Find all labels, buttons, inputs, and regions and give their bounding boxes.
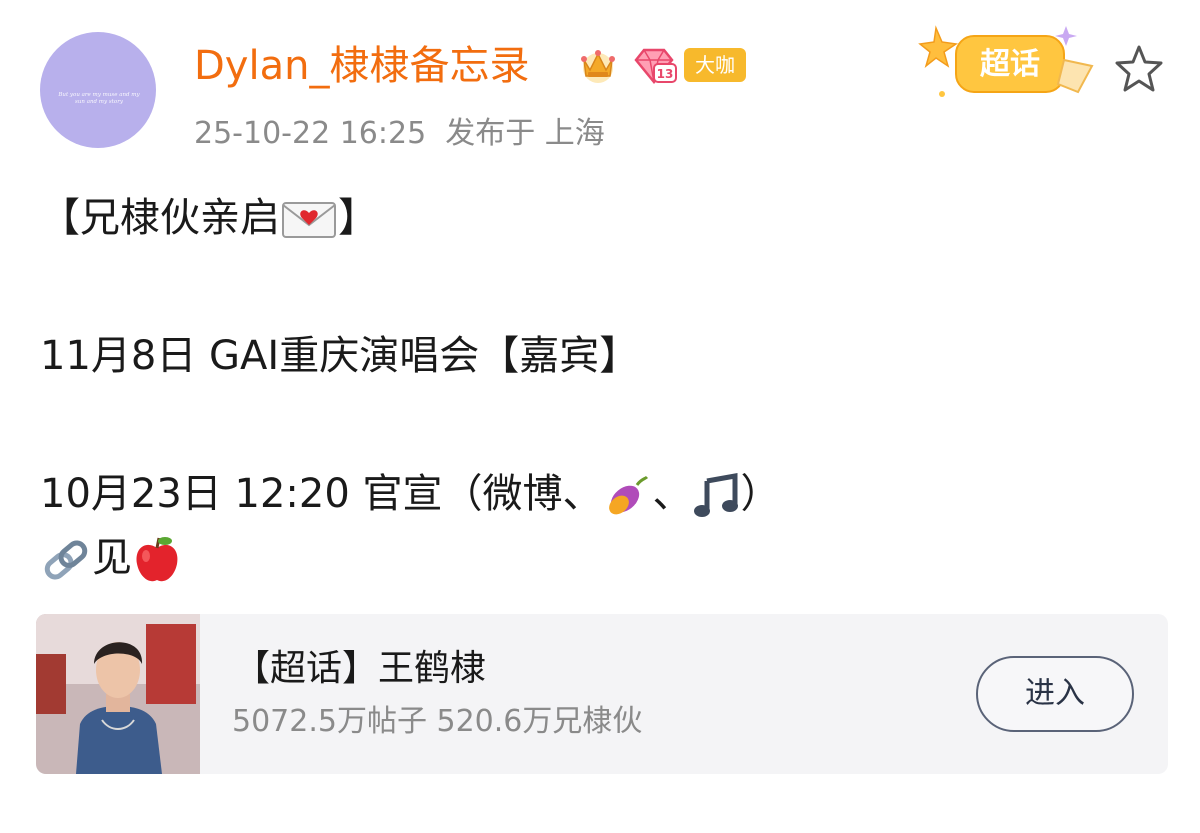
- music-note-icon: [693, 473, 738, 517]
- post-line-3: 10月23日 12:20 官宣（微博、 、 ）: [40, 466, 781, 522]
- star-outline-icon[interactable]: [1112, 42, 1166, 96]
- post-text-3a: 10月23日 12:20 官宣（微博、: [40, 471, 603, 517]
- location: 发布于 上海: [445, 116, 605, 151]
- post-line-2: 11月8日 GAI重庆演唱会【嘉宾】: [40, 333, 640, 379]
- level-number: 13: [657, 67, 674, 81]
- post-line-1: 【兄棣伙亲启 】: [40, 190, 378, 246]
- supertopic-title: 【超话】王鹤棣: [234, 648, 487, 689]
- red-apple-icon: [136, 537, 178, 582]
- love-letter-envelope-icon: [282, 202, 336, 238]
- avatar[interactable]: But you are my muse and my sun and my st…: [40, 32, 156, 148]
- post-text-4: 见: [92, 535, 132, 581]
- post-text-1: 【兄棣伙亲启: [40, 195, 280, 241]
- daka-badge[interactable]: 大咖: [684, 48, 746, 82]
- post-line-4: 见: [40, 530, 182, 586]
- link-icon: [44, 540, 88, 580]
- crown-icon[interactable]: [576, 42, 620, 86]
- enter-button[interactable]: 进入: [976, 656, 1134, 732]
- post-text-3b: 、: [652, 471, 693, 517]
- avatar-text: But you are my muse and my sun and my st…: [58, 92, 140, 105]
- username[interactable]: Dylan_棣棣备忘录: [194, 40, 529, 92]
- post-text-1-end: 】: [338, 195, 378, 241]
- sweet-potato-icon: [608, 475, 648, 515]
- supertopic-badge-text: 超话: [980, 47, 1040, 82]
- diamond-level-icon[interactable]: 13: [630, 46, 678, 86]
- supertopic-badge-icon[interactable]: 超话: [916, 14, 1106, 124]
- supertopic-stats: 5072.5万帖子 520.6万兄棣伙: [232, 704, 643, 739]
- supertopic-thumbnail[interactable]: [36, 614, 200, 774]
- post-meta: 25-10-22 16:25 发布于 上海: [194, 112, 605, 156]
- post-text-3c: ）: [740, 471, 781, 517]
- timestamp: 25-10-22 16:25: [194, 116, 427, 151]
- supertopic-card[interactable]: 【超话】王鹤棣 5072.5万帖子 520.6万兄棣伙 进入: [36, 614, 1168, 774]
